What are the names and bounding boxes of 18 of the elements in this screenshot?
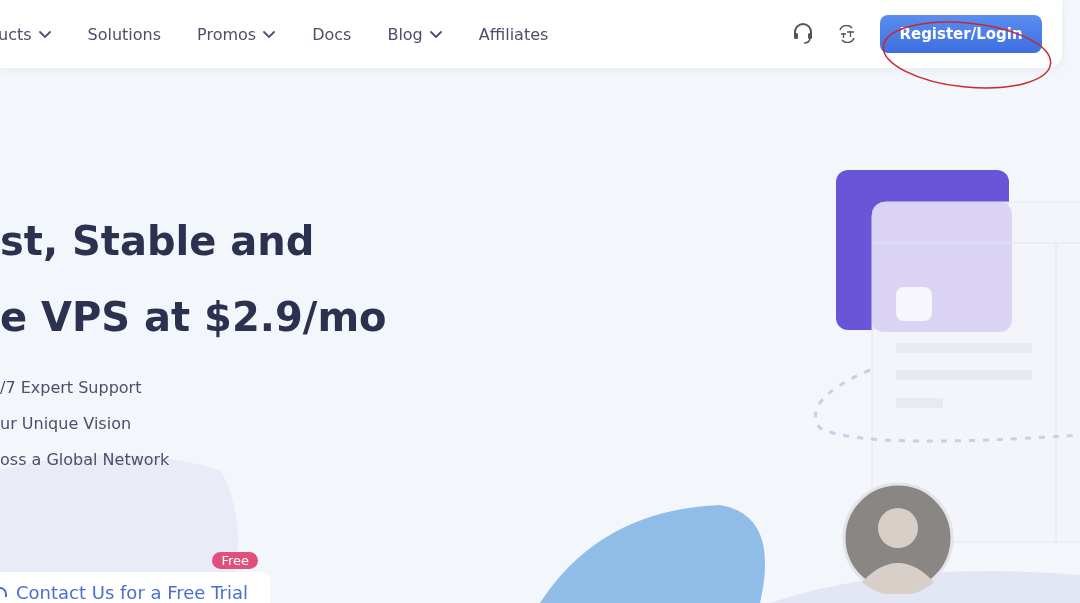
nav-link[interactable]: Docs: [312, 24, 352, 44]
register-login-button[interactable]: Register/Login: [880, 15, 1042, 53]
feature-text: /7 Expert Support: [0, 377, 143, 399]
nav-link[interactable]: ucts: [0, 24, 52, 44]
free-trial-link[interactable]: Contact Us for a Free Trial: [16, 581, 248, 603]
chevron-down-icon: [428, 29, 443, 39]
nav-link[interactable]: Solutions: [87, 24, 162, 44]
chevron-down-icon: [37, 29, 52, 39]
free-badge: Free: [212, 552, 258, 569]
hero-headline: st, Stable and: [0, 217, 316, 266]
feature-text: ur Unique Vision: [0, 413, 133, 435]
hero-headline: e VPS at $2.9/mo: [0, 293, 388, 342]
nav-link[interactable]: Promos: [197, 24, 277, 44]
feature-text: oss a Global Network: [0, 449, 171, 471]
language-switch-icon[interactable]: [838, 25, 856, 43]
nav-link[interactable]: Blog: [387, 24, 443, 44]
nav-link[interactable]: Affiliates: [478, 24, 549, 44]
chevron-down-icon: [262, 29, 277, 39]
